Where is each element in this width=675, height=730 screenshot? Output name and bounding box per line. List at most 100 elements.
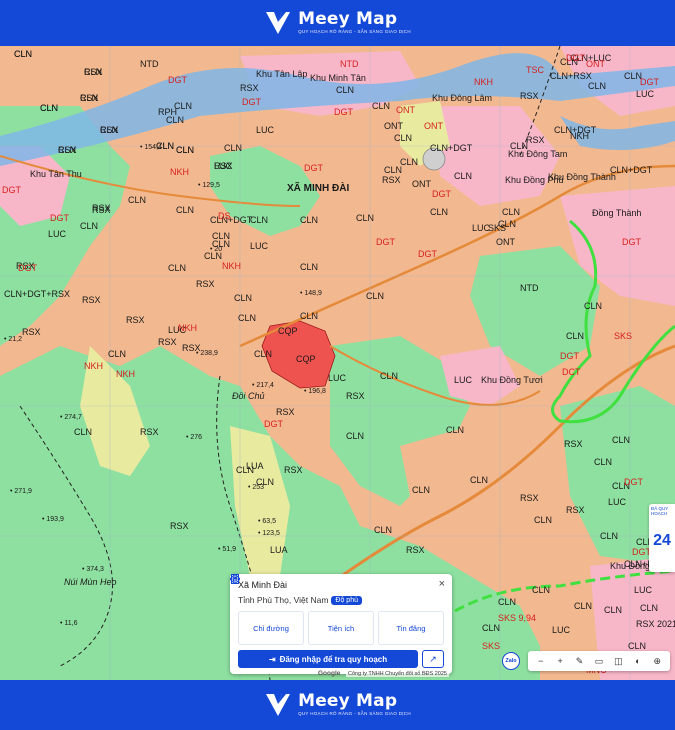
zone-label: CLN xyxy=(412,485,431,495)
zone-code-label: SKS 9,94 xyxy=(498,613,537,623)
login-label: Đăng nhập để tra quy hoạch xyxy=(279,654,388,664)
layers-button[interactable]: ◫ xyxy=(610,656,626,667)
brand-logo-group-bottom[interactable]: Meey Map QUY HOẠCH RÕ RÀNG - SẴN SÀNG GI… xyxy=(264,692,411,718)
location-popup: Xã Minh Đài × Tỉnh Phú Thọ, Việt Nam Độ … xyxy=(230,574,452,674)
elevation-label: • 21,2 xyxy=(4,336,23,343)
zone-label: CLN xyxy=(40,103,59,113)
zone-code-label: DS xyxy=(218,211,231,221)
zone-label: CLN xyxy=(470,475,489,485)
zone-label: RSX xyxy=(170,521,189,531)
opacity-button[interactable]: ◐ xyxy=(630,656,646,666)
listing-icon xyxy=(231,574,239,584)
zone-label: LUC xyxy=(256,125,275,135)
place-label: Khu Đông Lâm xyxy=(432,93,493,103)
zone-label: RSX xyxy=(140,427,159,437)
popup-close-button[interactable]: × xyxy=(439,578,445,590)
place-label: Khu Minh Tân xyxy=(310,73,366,83)
zone-label: CLN xyxy=(574,601,593,611)
top-brand-band: Meey Map QUY HOẠCH RÕ RÀNG - SẴN SÀNG GI… xyxy=(0,0,675,46)
place-label: Khu Đồng Tươi xyxy=(481,375,543,385)
directions-button[interactable]: Chỉ đường xyxy=(230,574,304,645)
elevation-label: • 274,7 xyxy=(60,414,82,421)
zone-label: CLN xyxy=(204,251,223,261)
zone-label: CLN xyxy=(300,311,319,321)
side-info-card[interactable]: ĐÃ QUY HOẠCH 24 xyxy=(649,504,675,572)
zone-label: RSX xyxy=(100,125,119,135)
zone-label: CLN xyxy=(394,133,413,143)
zone-label: LUC xyxy=(608,497,627,507)
utilities-button[interactable]: Tiện ích xyxy=(230,574,374,645)
share-button[interactable]: ↗ xyxy=(422,650,444,668)
utilities-label: Tiện ích xyxy=(327,623,355,633)
zone-label: LUC xyxy=(634,585,653,595)
elevation-label: • 238,9 xyxy=(196,350,218,357)
zone-label: RSX xyxy=(564,439,583,449)
zone-code-label: NKH xyxy=(222,261,242,271)
listings-button[interactable]: Tin đăng xyxy=(231,574,444,645)
zone-label: CLN xyxy=(588,81,607,91)
zone-code-label: DGT xyxy=(18,263,37,273)
zone-code-label: DGT xyxy=(264,419,283,429)
zone-label: LUA xyxy=(246,461,264,471)
zone-label: RSX xyxy=(84,67,103,77)
coverage-badge[interactable]: Độ phủ xyxy=(331,595,362,605)
zalo-chat-button[interactable]: Zalo xyxy=(502,652,520,670)
zone-label: CLN xyxy=(14,49,33,59)
brand-name: Meey Map xyxy=(298,691,398,712)
zoom-in-button[interactable]: + xyxy=(552,656,568,666)
elevation-label: • 253 xyxy=(248,484,265,491)
zone-label: CLN+DGT xyxy=(554,125,597,135)
elevation-label: • 276 xyxy=(186,434,203,441)
elevation-label: • 271,9 xyxy=(10,488,32,495)
zone-label: CLN+DGT xyxy=(210,215,253,225)
zone-label: LUC xyxy=(636,89,655,99)
zone-code-label: DGT xyxy=(432,189,451,199)
commune-label: XÃ MINH ĐÀI xyxy=(287,183,350,194)
cqp-label: CQP xyxy=(278,326,298,336)
zone-code-label: DGT xyxy=(624,477,643,487)
brand-tagline: QUY HOẠCH RÕ RÀNG - SẴN SÀNG GIAO DỊCH xyxy=(298,711,411,717)
place-label: Khu Tân Lập xyxy=(256,69,308,79)
zone-label: CLN xyxy=(372,101,391,111)
locate-button[interactable]: ⊕ xyxy=(649,656,665,667)
zone-label: LUC xyxy=(454,375,473,385)
zone-label: RSX 2021 xyxy=(636,619,675,629)
zone-label: RSX xyxy=(520,91,539,101)
elevation-label: • 20 xyxy=(210,246,223,253)
zone-label: CLN xyxy=(446,425,465,435)
elevation-label: • 193,9 xyxy=(42,516,64,523)
meey-logo-icon xyxy=(266,694,291,716)
zone-code-label: DGT xyxy=(566,53,585,63)
zone-label: NTD xyxy=(140,59,159,69)
elevation-label: • 51,9 xyxy=(218,546,237,553)
zone-label: ONT xyxy=(496,237,515,247)
zone-code-label: DGT xyxy=(304,163,323,173)
zone-label: RSX xyxy=(214,161,233,171)
zone-label: CLN+RSX xyxy=(550,71,592,81)
zone-label: LUC xyxy=(48,229,67,239)
zone-label: CLN xyxy=(234,293,253,303)
popup-subtitle: Tỉnh Phú Thọ, Việt Nam xyxy=(238,595,329,605)
elevation-label: • 129,5 xyxy=(198,182,220,189)
planning-map[interactable]: XÃ MINH ĐÀI Khu Tân Lập Khu Minh Tân Khu… xyxy=(0,46,675,680)
zone-label: CLN+DGT xyxy=(610,165,653,175)
meey-logo-icon xyxy=(266,12,291,34)
zone-label: CLN xyxy=(80,221,99,231)
zone-label: CLN xyxy=(600,531,619,541)
measure-tool-button[interactable]: ▭ xyxy=(591,656,607,667)
zone-label: CLN xyxy=(532,585,551,595)
zone-label: CLN xyxy=(380,371,399,381)
zone-label: CLN xyxy=(254,349,273,359)
zone-label: CLN xyxy=(128,195,147,205)
zone-label: CLN xyxy=(594,457,613,467)
zone-label: CLN xyxy=(482,623,501,633)
draw-tool-button[interactable]: ✎ xyxy=(572,656,588,667)
zone-code-label: NKH xyxy=(474,77,494,87)
zoom-out-button[interactable]: − xyxy=(533,656,549,666)
zone-code-label: TSC xyxy=(526,65,544,75)
login-to-check-planning-button[interactable]: ⇥ Đăng nhập để tra quy hoạch xyxy=(238,650,418,668)
zone-label: CLN xyxy=(212,231,231,241)
login-icon: ⇥ xyxy=(268,654,276,664)
zone-label: CLN xyxy=(168,263,187,273)
brand-logo-group[interactable]: Meey Map QUY HOẠCH RÕ RÀNG - SẴN SÀNG GI… xyxy=(264,10,411,36)
